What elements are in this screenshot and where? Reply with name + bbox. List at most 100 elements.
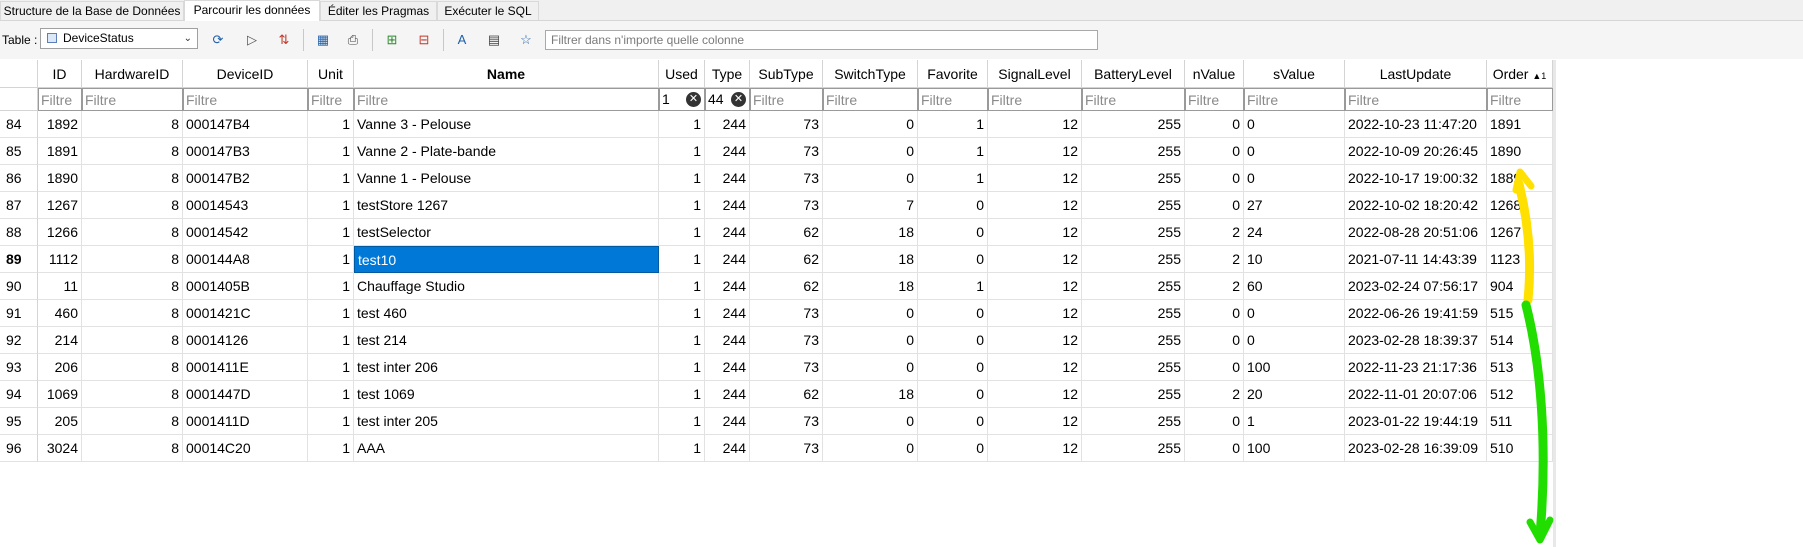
filter-input-type[interactable]: 44 ✕ (705, 88, 750, 111)
cell-lastupdate[interactable]: 2022-11-23 21:17:36 (1345, 354, 1487, 381)
cell-svalue[interactable]: 0 (1244, 327, 1345, 354)
cell-favorite[interactable]: 0 (918, 381, 988, 408)
cell-deviceid[interactable]: 000144A8 (183, 246, 308, 273)
print-icon[interactable]: ⎙ (343, 30, 363, 50)
set-encoding-icon[interactable]: ▤ (484, 30, 504, 50)
tab-execute-sql[interactable]: Exécuter le SQL (437, 1, 539, 20)
cell-switchtype[interactable]: 0 (823, 408, 918, 435)
cell-nvalue[interactable]: 0 (1185, 354, 1244, 381)
table-row[interactable]: 93 206 8 0001411E 1 test inter 206 1 244 73 0 0 12 2… (0, 354, 1553, 381)
cell-name[interactable]: test inter 206 (354, 354, 659, 381)
row-number[interactable]: 87 (0, 192, 38, 219)
cell-order[interactable]: 514 (1487, 327, 1553, 354)
cell-name[interactable]: test10 (354, 246, 659, 273)
cell-hardwareid[interactable]: 8 (82, 435, 183, 462)
cell-batterylevel[interactable]: 255 (1082, 246, 1185, 273)
cell-favorite[interactable]: 0 (918, 192, 988, 219)
cell-deviceid[interactable]: 0001405B (183, 273, 308, 300)
cell-subtype[interactable]: 62 (750, 246, 823, 273)
cell-batterylevel[interactable]: 255 (1082, 300, 1185, 327)
table-row[interactable]: 87 1267 8 00014543 1 testStore 1267 1 244 73 7 0 12… (0, 192, 1553, 219)
cell-deviceid[interactable]: 0001411D (183, 408, 308, 435)
column-header-name[interactable]: Name (354, 60, 659, 88)
cell-subtype[interactable]: 73 (750, 327, 823, 354)
cell-id[interactable]: 205 (38, 408, 82, 435)
cell-nvalue[interactable]: 0 (1185, 327, 1244, 354)
cell-lastupdate[interactable]: 2023-02-28 16:39:09 (1345, 435, 1487, 462)
table-row[interactable]: 88 1266 8 00014542 1 testSelector 1 244 62 18 0 12 2… (0, 219, 1553, 246)
column-header-unit[interactable]: Unit (308, 60, 354, 88)
cell-id[interactable]: 1267 (38, 192, 82, 219)
cell-signallevel[interactable]: 12 (988, 111, 1082, 138)
cell-name[interactable]: testStore 1267 (354, 192, 659, 219)
vertical-scrollbar[interactable] (1553, 60, 1556, 547)
filter-input-lastupdate[interactable] (1345, 88, 1487, 111)
cell-unit[interactable]: 1 (308, 300, 354, 327)
cell-batterylevel[interactable]: 255 (1082, 219, 1185, 246)
cell-nvalue[interactable]: 2 (1185, 273, 1244, 300)
find-replace-icon[interactable]: ☆ (516, 30, 536, 50)
cell-deviceid[interactable]: 0001447D (183, 381, 308, 408)
cell-hardwareid[interactable]: 8 (82, 408, 183, 435)
row-number[interactable]: 92 (0, 327, 38, 354)
table-row[interactable]: 95 205 8 0001411D 1 test inter 205 1 244 73 0 0 12 2… (0, 408, 1553, 435)
cell-subtype[interactable]: 73 (750, 354, 823, 381)
cell-subtype[interactable]: 73 (750, 300, 823, 327)
cell-switchtype[interactable]: 0 (823, 165, 918, 192)
cell-deviceid[interactable]: 0001411E (183, 354, 308, 381)
filter-input-favorite[interactable] (918, 88, 988, 111)
column-header-signallevel[interactable]: SignalLevel (988, 60, 1082, 88)
cell-batterylevel[interactable]: 255 (1082, 408, 1185, 435)
column-header-hardwareid[interactable]: HardwareID (82, 60, 183, 88)
cell-lastupdate[interactable]: 2022-10-23 11:47:20 (1345, 111, 1487, 138)
row-number[interactable]: 94 (0, 381, 38, 408)
column-header-batterylevel[interactable]: BatteryLevel (1082, 60, 1185, 88)
table-row[interactable]: 90 11 8 0001405B 1 Chauffage Studio 1 244 62 18 1 1… (0, 273, 1553, 300)
cell-hardwareid[interactable]: 8 (82, 273, 183, 300)
cell-hardwareid[interactable]: 8 (82, 219, 183, 246)
cell-nvalue[interactable]: 0 (1185, 111, 1244, 138)
cell-id[interactable]: 1892 (38, 111, 82, 138)
cell-favorite[interactable]: 1 (918, 111, 988, 138)
cell-order[interactable]: 513 (1487, 354, 1553, 381)
cell-signallevel[interactable]: 12 (988, 381, 1082, 408)
filter-input-switchtype[interactable] (823, 88, 918, 111)
cell-batterylevel[interactable]: 255 (1082, 192, 1185, 219)
cell-deviceid[interactable]: 00014C20 (183, 435, 308, 462)
cell-type[interactable]: 244 (705, 138, 750, 165)
row-number[interactable]: 95 (0, 408, 38, 435)
cell-batterylevel[interactable]: 255 (1082, 138, 1185, 165)
cell-favorite[interactable]: 0 (918, 219, 988, 246)
cell-deviceid[interactable]: 0001421C (183, 300, 308, 327)
cell-name[interactable]: test 214 (354, 327, 659, 354)
global-filter-input[interactable] (545, 30, 1098, 50)
cell-svalue[interactable]: 20 (1244, 381, 1345, 408)
cell-type[interactable]: 244 (705, 111, 750, 138)
cell-lastupdate[interactable]: 2022-10-02 18:20:42 (1345, 192, 1487, 219)
cell-deviceid[interactable]: 00014542 (183, 219, 308, 246)
cell-lastupdate[interactable]: 2023-02-28 18:39:37 (1345, 327, 1487, 354)
cell-order[interactable]: 1267 (1487, 219, 1553, 246)
cell-nvalue[interactable]: 2 (1185, 219, 1244, 246)
cell-order[interactable]: 512 (1487, 381, 1553, 408)
table-select[interactable]: DeviceStatus ⌄ (40, 28, 198, 49)
cell-svalue[interactable]: 0 (1244, 165, 1345, 192)
cell-id[interactable]: 3024 (38, 435, 82, 462)
cell-svalue[interactable]: 10 (1244, 246, 1345, 273)
table-row[interactable]: 92 214 8 00014126 1 test 214 1 244 73 0 0 12 255 0 0 20… (0, 327, 1553, 354)
cell-subtype[interactable]: 73 (750, 111, 823, 138)
cell-signallevel[interactable]: 12 (988, 165, 1082, 192)
row-number[interactable]: 84 (0, 111, 38, 138)
filter-input-order[interactable] (1487, 88, 1553, 111)
cell-type[interactable]: 244 (705, 327, 750, 354)
cell-id[interactable]: 1069 (38, 381, 82, 408)
column-header-nvalue[interactable]: nValue (1185, 60, 1244, 88)
cell-unit[interactable]: 1 (308, 381, 354, 408)
filter-input-name[interactable] (354, 88, 659, 111)
cell-favorite[interactable]: 1 (918, 138, 988, 165)
cell-subtype[interactable]: 73 (750, 408, 823, 435)
row-number[interactable]: 85 (0, 138, 38, 165)
cell-deviceid[interactable]: 000147B3 (183, 138, 308, 165)
cell-svalue[interactable]: 0 (1244, 300, 1345, 327)
cell-signallevel[interactable]: 12 (988, 273, 1082, 300)
